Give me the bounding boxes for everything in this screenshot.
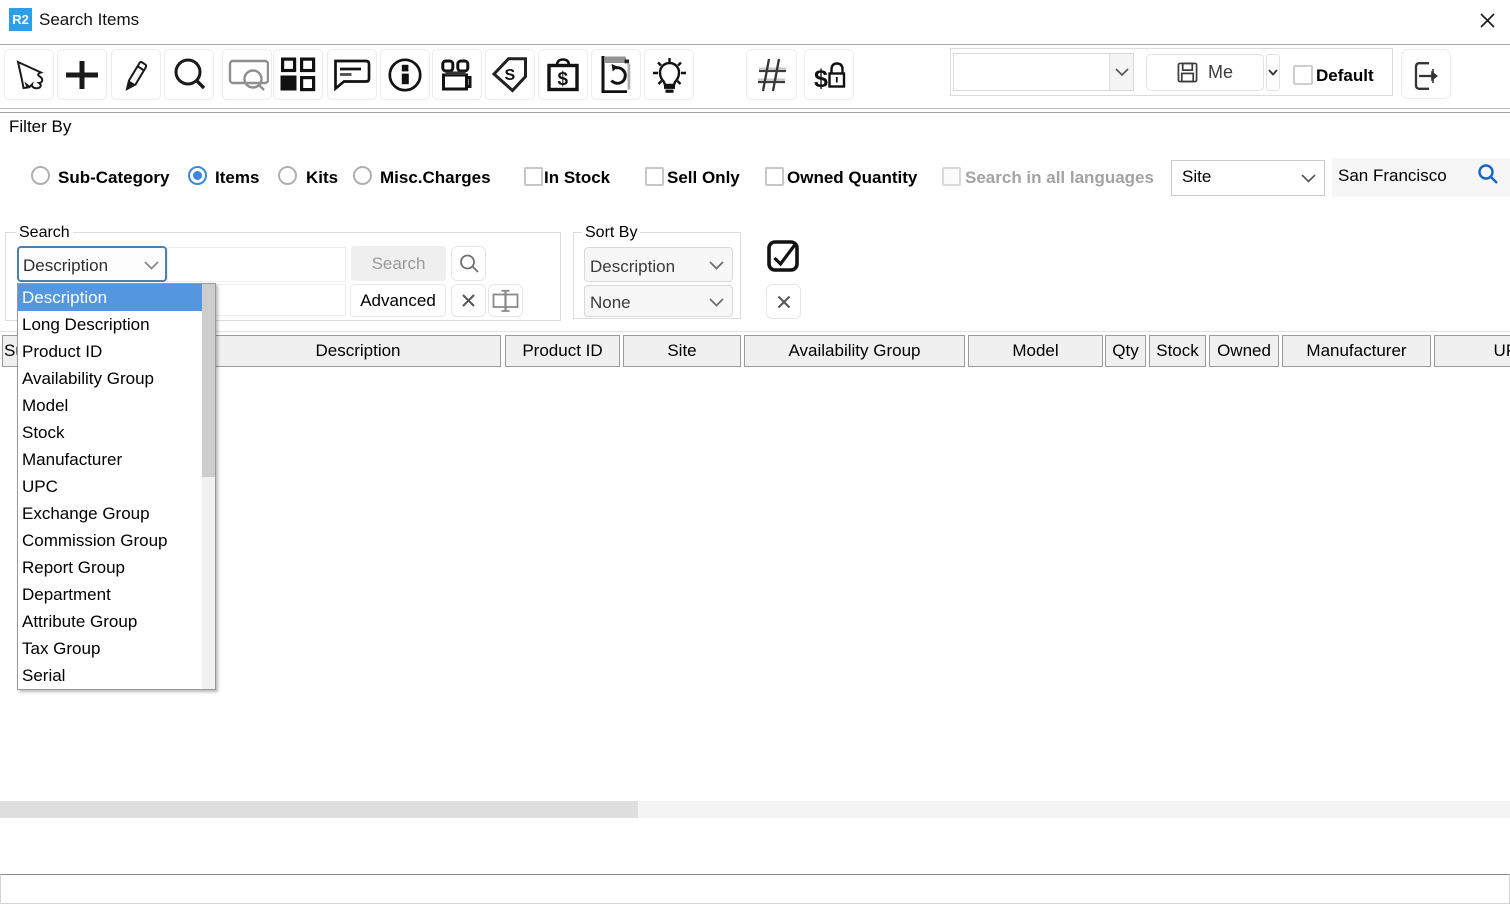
svg-text:S: S	[505, 67, 516, 84]
svg-text:$: $	[558, 69, 569, 90]
svg-text:$: $	[814, 65, 828, 92]
